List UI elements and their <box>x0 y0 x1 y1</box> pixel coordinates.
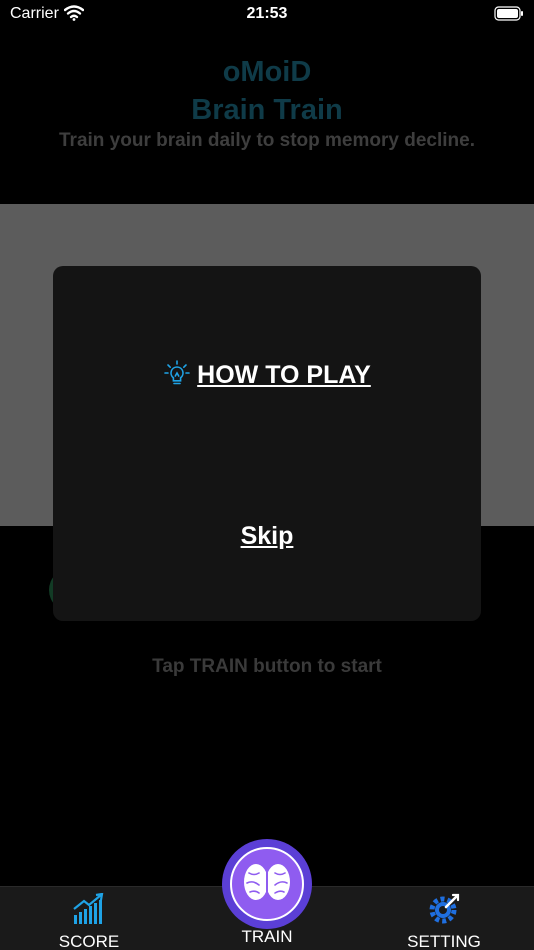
how-to-play-link[interactable]: HOW TO PLAY <box>53 359 481 392</box>
app-title: oMoiD <box>222 56 312 88</box>
clock: 21:53 <box>246 5 288 22</box>
train-button-inner <box>230 847 304 921</box>
brain-icon <box>241 859 293 910</box>
start-hint: Tap TRAIN button to start <box>152 656 382 677</box>
how-to-play-modal: HOW TO PLAY Skip <box>53 266 481 621</box>
chart-icon <box>72 892 106 929</box>
how-to-play-label: HOW TO PLAY <box>197 361 371 389</box>
tab-score[interactable]: SCORE <box>29 892 149 950</box>
tab-train-label[interactable]: TRAIN <box>207 927 327 947</box>
train-button[interactable] <box>222 839 312 929</box>
battery-icon <box>494 6 524 26</box>
tab-score-label: SCORE <box>58 932 120 950</box>
tab-setting-label: SETTING <box>407 932 481 950</box>
gear-icon <box>428 893 460 929</box>
app-subtitle: Brain Train <box>191 94 343 126</box>
skip-button[interactable]: Skip <box>53 522 481 551</box>
lightbulb-icon <box>163 359 191 392</box>
status-bar: Carrier 21:53 <box>0 0 534 30</box>
tagline: Train your brain daily to stop memory de… <box>59 130 475 151</box>
tab-setting[interactable]: SETTING <box>384 893 504 950</box>
